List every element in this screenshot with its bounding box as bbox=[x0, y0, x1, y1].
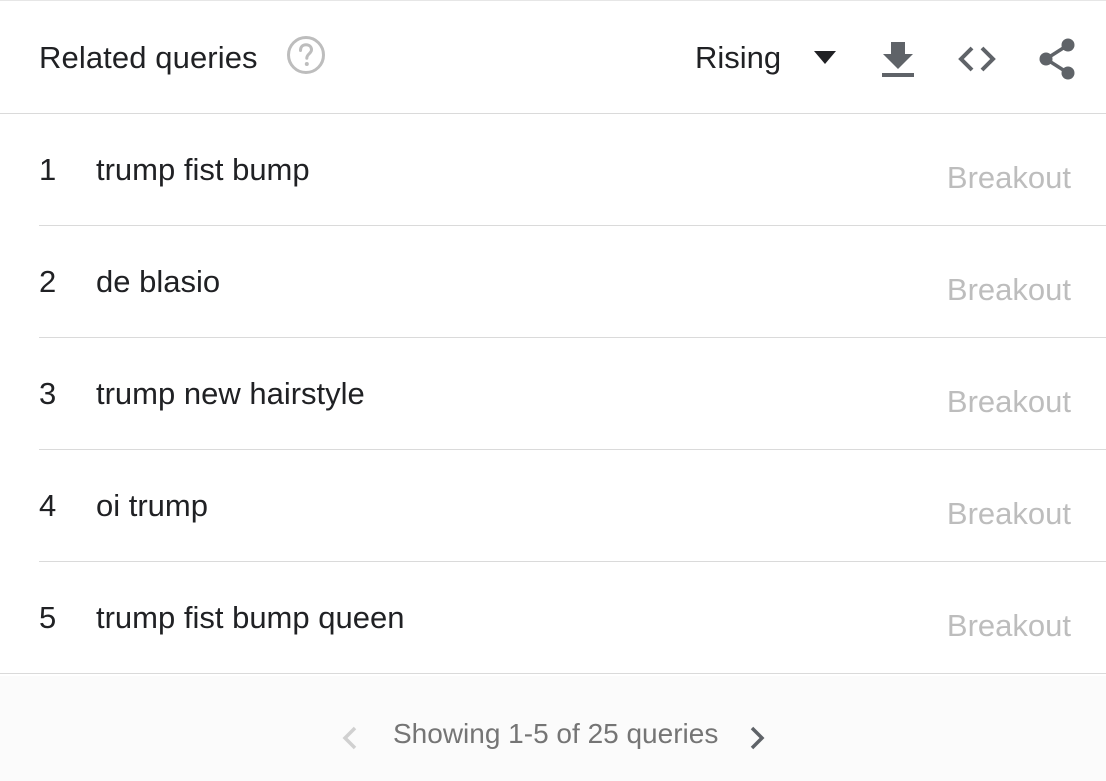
query-text[interactable]: trump new hairstyle bbox=[96, 375, 365, 413]
caret-down-icon bbox=[814, 51, 837, 64]
query-value: Breakout bbox=[946, 496, 1071, 531]
rising-dropdown[interactable]: Rising bbox=[695, 37, 837, 79]
query-row[interactable]: 1 trump fist bump Breakout bbox=[39, 114, 1106, 226]
dropdown-selected-label: Rising bbox=[695, 40, 782, 75]
query-row[interactable]: 5 trump fist bump queen Breakout bbox=[0, 562, 1106, 674]
query-text[interactable]: trump fist bump queen bbox=[96, 599, 404, 637]
pagination-status: Showing 1-5 of 25 queries bbox=[393, 718, 719, 749]
query-value: Breakout bbox=[946, 160, 1071, 195]
query-rank: 2 bbox=[39, 264, 57, 299]
share-icon[interactable] bbox=[1037, 37, 1077, 81]
query-value: Breakout bbox=[946, 272, 1071, 307]
query-text[interactable]: oi trump bbox=[96, 487, 208, 525]
query-value: Breakout bbox=[946, 608, 1071, 643]
query-rank: 4 bbox=[39, 488, 57, 523]
chevron-right-icon[interactable] bbox=[743, 720, 771, 756]
query-row[interactable]: 4 oi trump Breakout bbox=[39, 450, 1106, 562]
pagination-footer: Showing 1-5 of 25 queries bbox=[0, 676, 1106, 781]
code-embed-icon[interactable] bbox=[957, 37, 997, 81]
card-title: Related queries bbox=[39, 40, 258, 75]
query-rank: 3 bbox=[39, 376, 57, 411]
query-text[interactable]: trump fist bump bbox=[96, 151, 310, 189]
download-icon[interactable] bbox=[878, 37, 918, 81]
query-row[interactable]: 3 trump new hairstyle Breakout bbox=[39, 338, 1106, 450]
query-row[interactable]: 2 de blasio Breakout bbox=[39, 226, 1106, 338]
query-rank: 5 bbox=[39, 600, 57, 635]
chevron-left-icon[interactable] bbox=[336, 720, 364, 756]
query-value: Breakout bbox=[946, 384, 1071, 419]
related-queries-card: Related queries Rising 1 trump fist bump… bbox=[0, 0, 1106, 781]
query-text[interactable]: de blasio bbox=[96, 263, 220, 301]
query-rank: 1 bbox=[39, 152, 57, 187]
query-list: 1 trump fist bump Breakout 2 de blasio B… bbox=[0, 114, 1106, 674]
help-circle-icon[interactable] bbox=[286, 35, 326, 75]
card-header: Related queries Rising bbox=[0, 1, 1106, 114]
